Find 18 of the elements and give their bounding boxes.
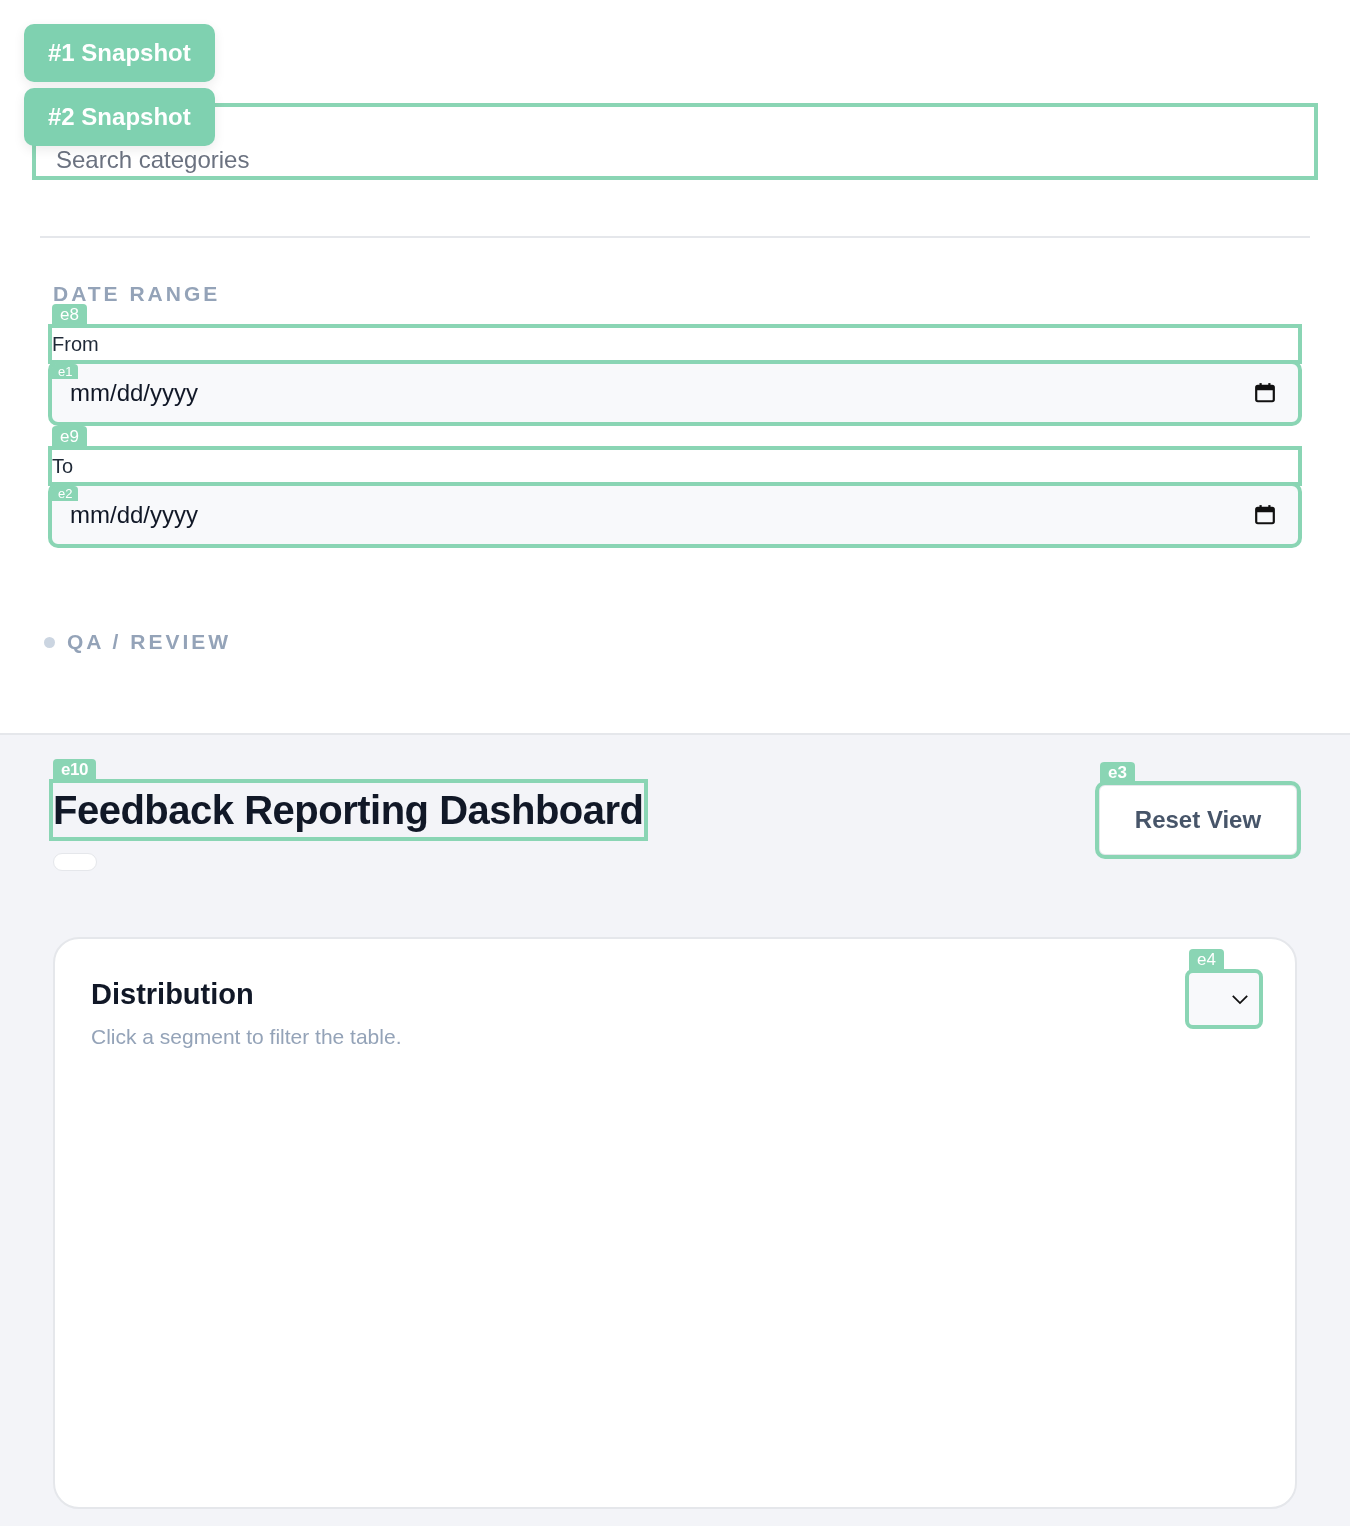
snapshot-button[interactable]: #1 Snapshot [24,24,215,82]
calendar-icon[interactable] [1254,504,1276,526]
chevron-down-icon [1231,993,1249,1005]
element-tag: e2 [52,486,79,501]
element-tag: e10 [53,759,96,781]
element-tag: e4 [1189,949,1224,971]
element-tag: e1 [52,364,79,379]
element-tag: e9 [52,426,87,448]
section-heading: DATE RANGE [53,282,222,306]
empty-pill [53,853,97,871]
snapshot-button[interactable]: #2 Snapshot [24,88,215,146]
card-title: Distribution [91,978,255,1011]
section-label[interactable]: QA / REVIEW [67,630,232,654]
element-tag: e8 [52,304,87,326]
card-subtitle: Click a segment to filter the table. [91,1025,402,1049]
calendar-icon[interactable] [1254,382,1276,404]
status-dot [44,636,55,648]
element-tag: e3 [1100,762,1135,784]
